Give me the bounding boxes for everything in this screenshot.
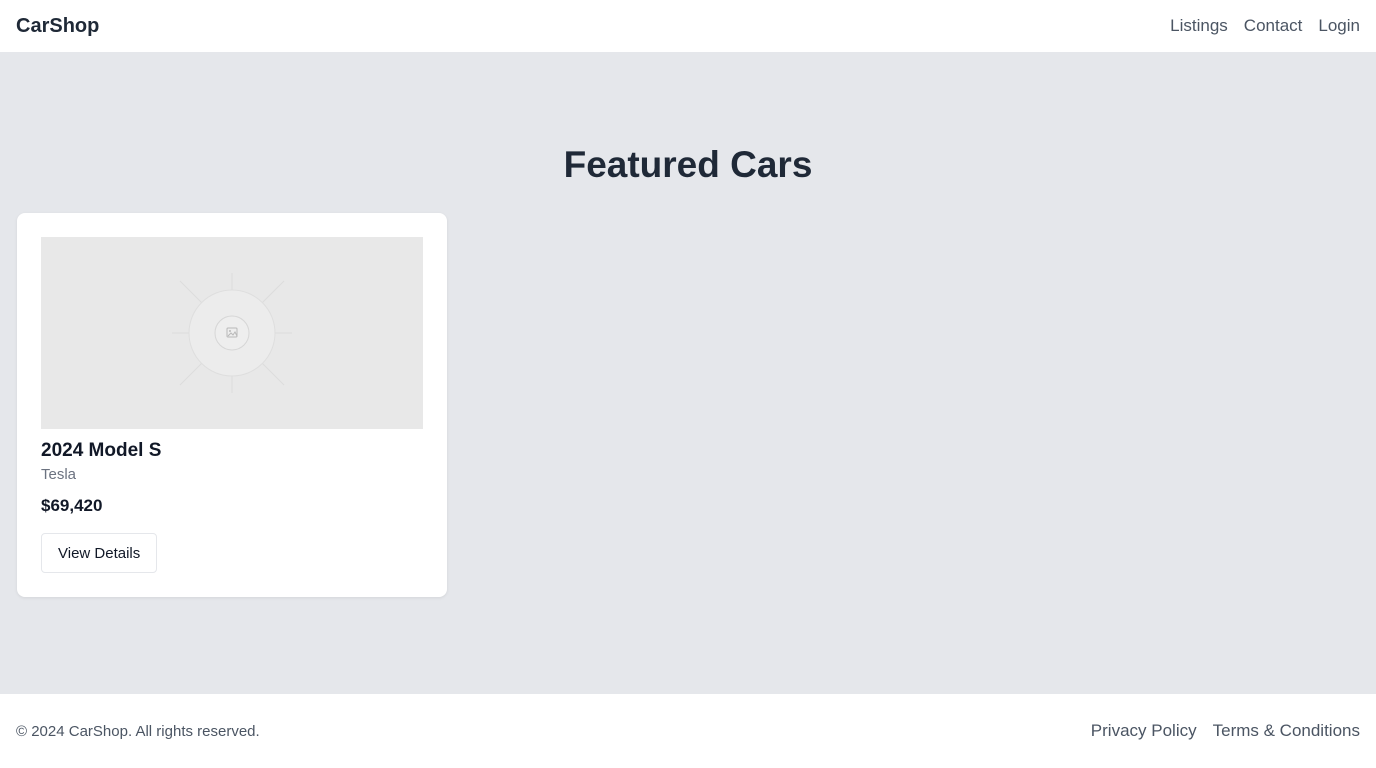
main-content: Featured Cars 2024 Model S Tesla $69,420…: [0, 52, 1376, 694]
site-footer: © 2024 CarShop. All rights reserved. Pri…: [0, 694, 1376, 768]
view-details-button[interactable]: View Details: [41, 533, 158, 573]
nav-link-contact[interactable]: Contact: [1244, 16, 1303, 36]
brand-logo[interactable]: CarShop: [16, 15, 99, 38]
car-image-placeholder: [41, 237, 423, 429]
car-card: 2024 Model S Tesla $69,420 View Details: [17, 213, 447, 597]
footer-link-privacy-policy[interactable]: Privacy Policy: [1091, 721, 1197, 741]
top-navbar: CarShop Listings Contact Login: [0, 0, 1376, 52]
copyright-text: © 2024 CarShop. All rights reserved.: [16, 722, 260, 740]
nav-link-login[interactable]: Login: [1318, 16, 1360, 36]
image-placeholder-icon: [172, 273, 292, 393]
footer-link-terms-conditions[interactable]: Terms & Conditions: [1213, 721, 1360, 741]
nav-link-listings[interactable]: Listings: [1170, 16, 1228, 36]
car-title: 2024 Model S: [41, 440, 162, 461]
footer-nav: Privacy Policy Terms & Conditions: [1091, 721, 1360, 741]
primary-nav: Listings Contact Login: [1170, 16, 1360, 36]
car-make: Tesla: [41, 466, 77, 483]
page-title: Featured Cars: [563, 144, 813, 185]
car-price: $69,420: [41, 496, 103, 515]
